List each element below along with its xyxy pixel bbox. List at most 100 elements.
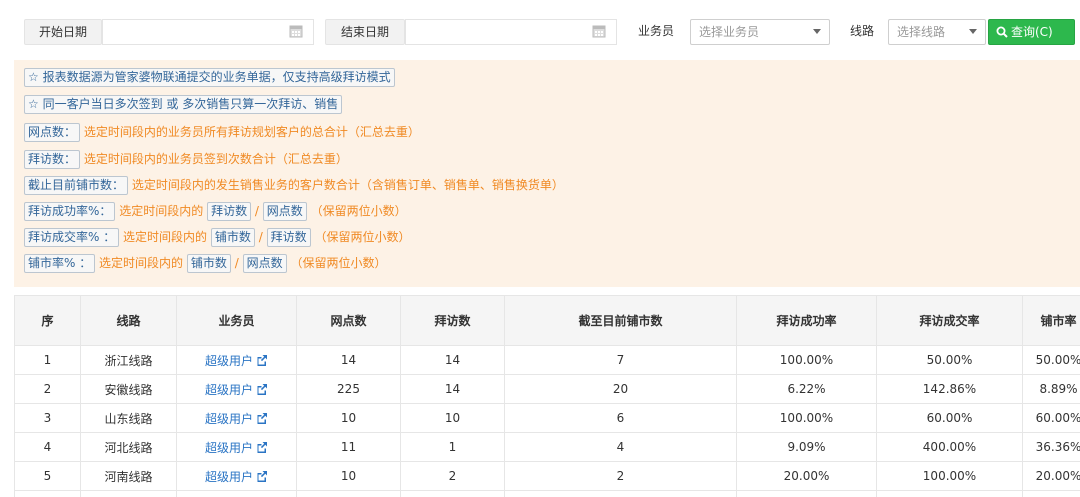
salesman-select[interactable]: 选择业务员 — [690, 19, 830, 45]
table-cell: 0.00% — [1022, 490, 1080, 497]
calendar-icon[interactable] — [289, 24, 303, 38]
external-link-icon[interactable] — [256, 383, 268, 395]
salesman-link[interactable]: 超级用户 — [176, 403, 297, 433]
table-cell: 10 — [296, 461, 401, 491]
note-text: （保留两位小数） — [290, 256, 387, 270]
start-date-input[interactable] — [102, 19, 314, 45]
table-row: 2 安徽线路 超级用户 225 14 20 6.22% 142.86% 8.89% — [14, 374, 1080, 404]
column-header[interactable]: 截至目前铺市数 — [504, 295, 737, 346]
table-cell: 浙江线路 — [80, 490, 177, 497]
formula-tag: 铺市数 — [186, 254, 231, 273]
table-cell: 1 — [14, 345, 81, 375]
formula-sep: / — [234, 256, 239, 270]
salesman-name: 超级用户 — [204, 411, 253, 426]
column-header[interactable]: 拜访成交率 — [876, 295, 1023, 346]
table-cell: 14 — [400, 345, 505, 375]
table-row: 5 河南线路 超级用户 10 2 2 20.00% 100.00% 20.00% — [14, 461, 1080, 491]
table-cell: 浙江线路 — [80, 345, 177, 375]
table-cell: 6.22% — [736, 374, 877, 404]
table-cell: 4 — [14, 432, 81, 462]
formula-tag: 拜访数 — [207, 202, 252, 221]
table-cell: 142.86% — [876, 374, 1023, 404]
formula-tag: 拜访数 — [266, 228, 311, 247]
table-row: 3 山东线路 超级用户 10 10 6 100.00% 60.00% 60.00% — [14, 403, 1080, 433]
note-tag: 拜访成功率%： — [24, 202, 116, 221]
table-cell: 安徽线路 — [80, 374, 177, 404]
note-row: 铺市率% ： 选定时间段内的 铺市数 / 网点数 （保留两位小数） — [24, 254, 386, 273]
salesman-link[interactable]: 超级用户 — [176, 374, 297, 404]
salesman-placeholder: 选择业务员 — [699, 25, 760, 39]
table-cell: 100.00% — [876, 461, 1023, 491]
table-cell: 20.00% — [1022, 461, 1080, 491]
table-cell: 1 — [400, 432, 505, 462]
formula-sep: / — [254, 204, 259, 218]
note-text: （保留两位小数） — [314, 230, 411, 244]
note-tag: 拜访成交率% ： — [24, 228, 120, 247]
salesman-link[interactable]: 超级用户 — [176, 345, 297, 375]
table-cell: 225 — [296, 374, 401, 404]
note-row: 拜访数： 选定时间段内的业务员签到次数合计（汇总去重） — [24, 150, 348, 169]
salesman-link[interactable]: 超级用户 — [176, 432, 297, 462]
query-button[interactable]: 查询(C) — [988, 19, 1075, 45]
note-row: 拜访成功率%： 选定时间段内的 拜访数 / 网点数 （保留两位小数） — [24, 202, 407, 221]
table-cell: 50.00% — [1022, 345, 1080, 375]
salesman-link[interactable]: 销售员一 — [176, 490, 297, 497]
table-cell: 0.00% — [736, 490, 877, 497]
table-cell: 100.00% — [736, 403, 877, 433]
external-link-icon[interactable] — [256, 470, 268, 482]
filter-bar: 开始日期 结束日期 业务员 选择业务员 线路 选择线路 查询(C) — [0, 0, 1080, 56]
note-text: 选定时间段内的业务员签到次数合计（汇总去重） — [83, 152, 348, 166]
table-cell: 河北线路 — [80, 432, 177, 462]
table-cell: 10 — [296, 403, 401, 433]
salesman-label: 业务员 — [638, 24, 675, 38]
note-row: 网点数： 选定时间段内的业务员所有拜访规划客户的总合计（汇总去重） — [24, 123, 420, 142]
column-header[interactable]: 拜访成功率 — [736, 295, 877, 346]
route-placeholder: 选择线路 — [897, 25, 946, 39]
note-text: 选定时间段内的 — [123, 230, 208, 244]
table-cell: 0 — [400, 490, 505, 497]
column-header[interactable]: 序 — [14, 295, 81, 346]
query-button-label: 查询(C) — [1011, 25, 1053, 39]
table-cell: 100.00% — [736, 345, 877, 375]
table-cell: 河南线路 — [80, 461, 177, 491]
table-cell: 60.00% — [1022, 403, 1080, 433]
note-tag: 铺市率% ： — [24, 254, 96, 273]
route-select[interactable]: 选择线路 — [888, 19, 986, 45]
note-row: 截止目前铺市数： 选定时间段内的发生销售业务的客户数合计（含销售订单、销售单、销… — [24, 176, 564, 195]
column-header[interactable]: 拜访数 — [400, 295, 505, 346]
note-tag: 截止目前铺市数： — [24, 176, 129, 195]
table-cell: 10 — [400, 403, 505, 433]
external-link-icon[interactable] — [256, 441, 268, 453]
table-cell: 6 — [504, 403, 737, 433]
column-header[interactable]: 网点数 — [296, 295, 401, 346]
table-cell: 0 — [504, 490, 737, 497]
calendar-icon[interactable] — [592, 24, 606, 38]
table-cell: 6 — [14, 490, 81, 497]
formula-tag: 网点数 — [262, 202, 307, 221]
formula-tag: 网点数 — [242, 254, 287, 273]
salesman-link[interactable]: 超级用户 — [176, 461, 297, 491]
note-row: ☆ 报表数据源为管家婆物联通提交的业务单据，仅支持高级拜访模式 — [24, 68, 395, 87]
route-label: 线路 — [850, 24, 875, 38]
table-row: 4 河北线路 超级用户 11 1 4 9.09% 400.00% 36.36% — [14, 432, 1080, 462]
note-text: 选定时间段内的 — [99, 256, 184, 270]
table-cell: 2 — [14, 374, 81, 404]
note-text: 选定时间段内的业务员所有拜访规划客户的总合计（汇总去重） — [83, 125, 420, 139]
report-table: 序 线路 业务员 网点数 拜访数 截至目前铺市数 拜访成功率 拜访成交率 铺市率… — [14, 295, 1080, 497]
external-link-icon[interactable] — [256, 412, 268, 424]
table-cell: 20.00% — [736, 461, 877, 491]
end-date-input[interactable] — [405, 19, 617, 45]
table-cell: 14 — [296, 345, 401, 375]
column-header[interactable]: 铺市率 — [1022, 295, 1080, 346]
note-tag: ☆ 同一客户当日多次签到 或 多次销售只算一次拜访、销售 — [24, 95, 343, 114]
column-header[interactable]: 线路 — [80, 295, 177, 346]
external-link-icon[interactable] — [256, 354, 268, 366]
column-header[interactable]: 业务员 — [176, 295, 297, 346]
note-row: 拜访成交率% ： 选定时间段内的 铺市数 / 拜访数 （保留两位小数） — [24, 228, 410, 247]
note-text: （保留两位小数） — [310, 204, 407, 218]
table-cell: 5 — [14, 461, 81, 491]
salesman-name: 超级用户 — [204, 382, 253, 397]
note-tag: 网点数： — [24, 123, 81, 142]
table-cell: 14 — [400, 374, 505, 404]
note-text: 选定时间段内的 — [119, 204, 204, 218]
